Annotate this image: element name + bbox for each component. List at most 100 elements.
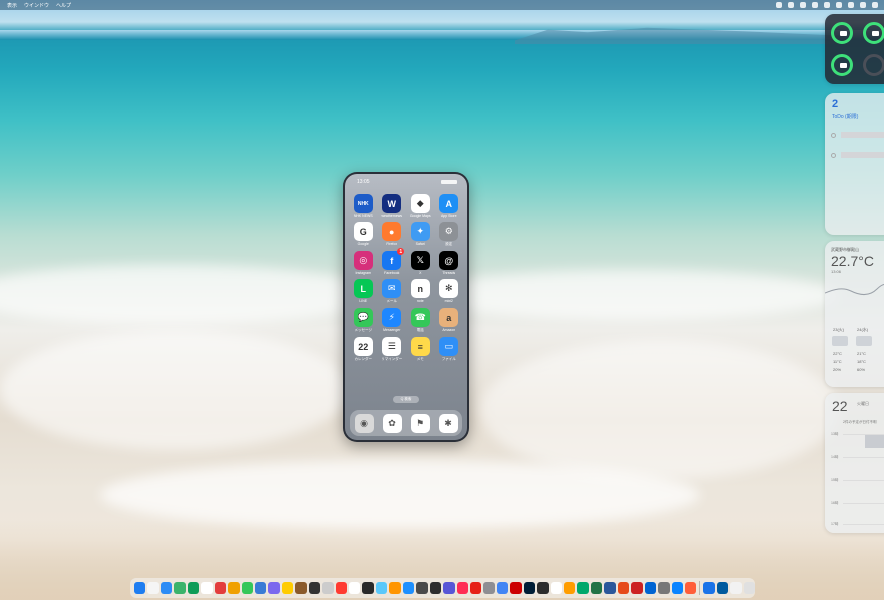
dock-app-icon[interactable] [402, 582, 415, 594]
dock-app-icon[interactable] [134, 582, 146, 594]
app-messenger[interactable]: ⚡ Messenger [378, 308, 407, 333]
airplay-icon[interactable] [824, 2, 830, 8]
app-amazon[interactable]: a Amazon [435, 308, 464, 333]
google-maps-icon[interactable]: ◆ [410, 194, 430, 213]
app-google-maps[interactable]: ◆ Google Maps [406, 194, 435, 218]
weathernews-icon[interactable]: W [382, 194, 402, 213]
instagram-icon[interactable]: ◎ [353, 251, 373, 270]
dock-app-icon[interactable] [743, 582, 756, 594]
clock-icon[interactable] [848, 2, 854, 8]
dock-app-icon[interactable] [160, 582, 173, 594]
app-google[interactable]: G Google [349, 222, 378, 247]
messages-icon[interactable]: 💬 [353, 308, 373, 327]
firefox-icon[interactable]: ● [382, 222, 402, 241]
dock-app-icon[interactable] [456, 582, 468, 594]
app-note[interactable]: n note [406, 279, 435, 304]
dock-app-icon[interactable] [174, 582, 186, 594]
dock-app-icon[interactable] [496, 582, 509, 594]
menu-window[interactable]: ウインドウ [24, 2, 49, 9]
app-calendar[interactable]: 22 カレンダー [349, 337, 378, 362]
bluetooth-icon[interactable] [836, 2, 842, 8]
reminders-icon[interactable]: ☰ [382, 337, 402, 356]
app-firefox[interactable]: ● Firefox [378, 222, 407, 247]
control-center-icon[interactable] [872, 2, 878, 8]
app-app-store[interactable]: A App Store [435, 194, 464, 218]
wifi-icon[interactable] [860, 2, 866, 8]
dock-app-icon[interactable] [684, 582, 697, 594]
checkbox-icon[interactable] [831, 152, 836, 158]
facebook-icon[interactable]: f1 [382, 248, 405, 270]
app-mail[interactable]: ✉ メール [378, 279, 407, 304]
dock-app-icon[interactable] [523, 582, 536, 594]
app-notes[interactable]: ≡ メモ [406, 337, 435, 362]
dock-app-icon[interactable] [631, 582, 643, 594]
calendar-event[interactable] [865, 434, 884, 448]
nhk-news-icon[interactable]: NHK [353, 194, 373, 213]
iphone-mirroring-window[interactable]: 13:05 NHK NHK NEWS Wweathernews ◆ Google Map… [343, 172, 469, 442]
dock-app-icon[interactable] [671, 582, 683, 594]
dock-app-icon[interactable] [537, 582, 549, 594]
dock-app-icon[interactable] [617, 582, 630, 594]
dock-app-icon[interactable] [349, 582, 361, 594]
batteries-widget[interactable] [825, 14, 884, 84]
app-nhk-news[interactable]: NHK NHK NEWS [349, 194, 378, 218]
dock-app-icon[interactable] [483, 582, 495, 594]
dock-app-icon[interactable] [254, 582, 267, 594]
dock-app-icon[interactable] [281, 582, 294, 594]
app-messages[interactable]: 💬 メッセージ [349, 308, 378, 333]
app-facebook[interactable]: f 1 Facebook [378, 248, 407, 275]
dock-app-icon[interactable] [362, 582, 374, 594]
dock-app-icon[interactable] [228, 582, 240, 594]
todo-item[interactable] [831, 151, 884, 159]
dock-app-icon[interactable] [604, 582, 616, 594]
dock-app-icon[interactable] [703, 582, 715, 594]
settings-icon[interactable]: ⚙ [439, 222, 459, 241]
dock-app-icon[interactable] [335, 582, 347, 594]
files-icon[interactable]: ▭ [439, 337, 459, 356]
dock-app-icon[interactable] [577, 582, 589, 594]
app-line[interactable]: L LINE [349, 279, 378, 304]
dock-app-icon[interactable] [308, 582, 321, 594]
app-threads[interactable]: @ Threads [435, 251, 464, 275]
dock-app-icon[interactable] [322, 582, 334, 594]
screen-icon[interactable] [812, 2, 818, 8]
app-x[interactable]: 𝕏X [406, 251, 435, 275]
dock-app-icon[interactable] [241, 582, 253, 594]
dock-app-icon[interactable] [590, 582, 603, 594]
app-mixi2[interactable]: ✻ mixi2 [435, 279, 464, 304]
threads-icon[interactable]: @ [439, 251, 459, 270]
checkbox-icon[interactable] [831, 132, 836, 138]
app-reminders[interactable]: ☰ リマインダー [378, 337, 407, 362]
dock-app-icon[interactable] [201, 582, 213, 594]
mail-icon[interactable]: ✉ [382, 279, 402, 298]
notes-icon[interactable]: ≡ [410, 337, 430, 356]
app-safari[interactable]: ✦ Safari [406, 222, 435, 247]
phone-icon[interactable]: ☎ [410, 308, 430, 327]
calendar-icon[interactable]: 22 [353, 337, 373, 356]
dock-app-icon[interactable] [510, 582, 522, 594]
google-icon[interactable]: G [353, 222, 373, 241]
app-phone[interactable]: ☎ 電話 [406, 308, 435, 333]
location-icon[interactable] [800, 2, 806, 8]
line-icon[interactable]: L [353, 279, 373, 298]
dock-app-icon[interactable] [716, 582, 729, 594]
safari-icon[interactable]: ✦ [410, 222, 430, 241]
photos-icon[interactable]: ✿ [382, 413, 402, 433]
spotlight-search-button[interactable]: Q 検索 [393, 396, 419, 403]
camera-icon[interactable]: ◉ [354, 413, 374, 433]
cloud-icon[interactable] [788, 2, 794, 8]
dock-app-icon[interactable] [295, 582, 307, 594]
dock-app-icon[interactable] [214, 582, 227, 594]
stopwatch-icon[interactable] [776, 2, 782, 8]
x-icon[interactable]: 𝕏 [410, 251, 430, 270]
note-icon[interactable]: n [410, 279, 430, 298]
dock-app-icon[interactable] [147, 582, 159, 594]
dock-app-icon[interactable] [550, 582, 562, 594]
dock-app-icon[interactable] [564, 582, 576, 594]
dock-app-icon[interactable] [469, 582, 482, 594]
todo-item[interactable] [831, 131, 884, 139]
calendar-widget[interactable]: 22 火曜日 2件の予定が日付不明 13時 14時 15時 16時 17時 [825, 393, 884, 533]
reminders-widget[interactable]: 2 ToDo (期限) [825, 93, 884, 235]
dock-app-icon[interactable] [644, 582, 657, 594]
family-icon[interactable]: ⚑ [410, 413, 430, 433]
